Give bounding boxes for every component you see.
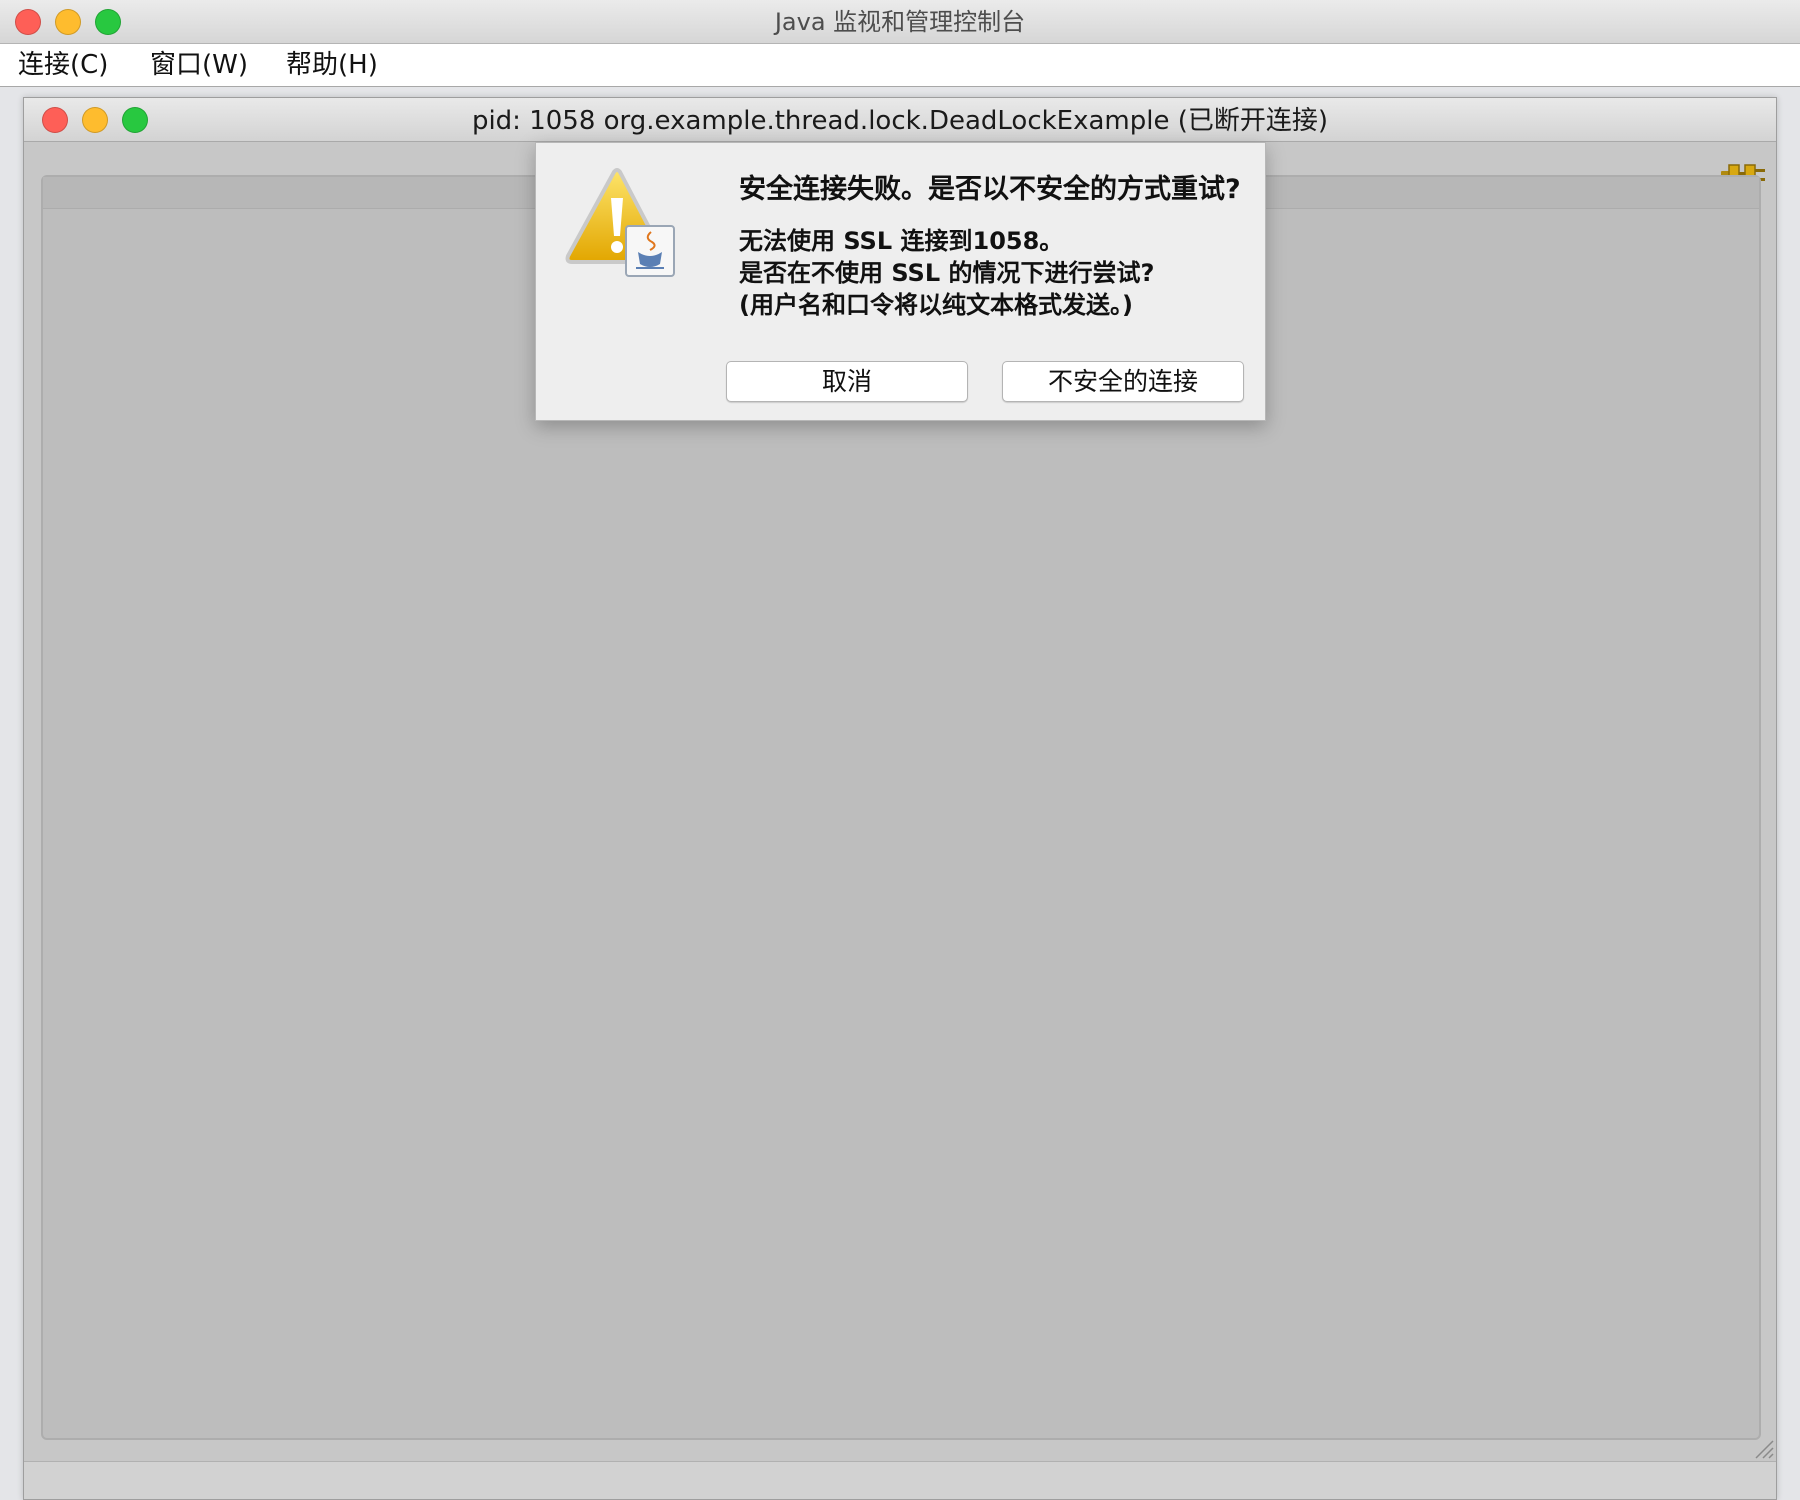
menu-window[interactable]: 窗口(W)	[150, 44, 248, 87]
dialog-headline: 安全连接失败。是否以不安全的方式重试?	[739, 174, 1241, 205]
menubar: 连接(C) 窗口(W) 帮助(H)	[0, 44, 1800, 87]
app-titlebar: Java 监视和管理控制台	[0, 0, 1800, 44]
insecure-connect-button[interactable]: 不安全的连接	[1002, 361, 1244, 402]
cancel-button[interactable]: 取消	[726, 361, 968, 402]
dialog-message-line: (用户名和口令将以纯文本格式发送。)	[739, 291, 1133, 319]
dialog-message-line: 无法使用 SSL 连接到1058。	[739, 227, 1064, 255]
resize-grip-icon[interactable]	[1752, 1437, 1774, 1459]
connection-window-title: pid: 1058 org.example.thread.lock.DeadLo…	[471, 106, 1329, 136]
dialog-message: 无法使用 SSL 连接到1058。 是否在不使用 SSL 的情况下进行尝试? (…	[739, 225, 1259, 321]
java-cup-icon	[625, 225, 675, 277]
connection-window-titlebar[interactable]: pid: 1058 org.example.thread.lock.DeadLo…	[24, 98, 1776, 142]
warning-icon	[565, 168, 675, 277]
dialog-message-line: 是否在不使用 SSL 的情况下进行尝试?	[739, 259, 1155, 287]
menu-help[interactable]: 帮助(H)	[286, 44, 378, 87]
app-title: Java 监视和管理控制台	[774, 8, 1026, 36]
status-bar	[24, 1461, 1776, 1499]
menu-connection[interactable]: 连接(C)	[18, 44, 108, 87]
ssl-failure-dialog: 安全连接失败。是否以不安全的方式重试? 无法使用 SSL 连接到1058。 是否…	[535, 142, 1266, 421]
